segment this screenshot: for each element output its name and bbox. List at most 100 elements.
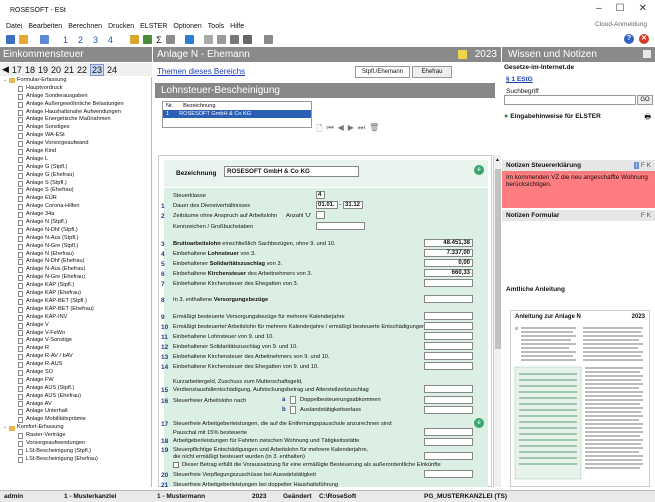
- tree-item[interactable]: Anlage R: [0, 345, 151, 353]
- kirchensteuer-input[interactable]: 660,33: [424, 269, 473, 277]
- tree-item[interactable]: Anlage KAP (Stpfl.): [0, 282, 151, 290]
- preview-icon[interactable]: [216, 35, 226, 44]
- year-18[interactable]: 18: [25, 65, 35, 75]
- instructions-document[interactable]: Anleitung zur Anlage N 2023: [510, 310, 650, 487]
- dauer-to-input[interactable]: 31.12: [343, 201, 363, 209]
- print-icon[interactable]: [203, 35, 213, 44]
- tree-item[interactable]: Anlage AV: [0, 401, 151, 409]
- form-icon[interactable]: [130, 35, 140, 44]
- row10-input[interactable]: [424, 322, 473, 330]
- info-icon[interactable]: i: [633, 162, 640, 169]
- kennzeichen-input[interactable]: [316, 222, 365, 230]
- tree-item[interactable]: Anlage FW: [0, 377, 151, 385]
- menu-tools[interactable]: Tools: [208, 23, 224, 30]
- close-button[interactable]: ✕: [639, 3, 647, 14]
- year-prev-icon[interactable]: ◀: [2, 64, 9, 75]
- row15-input[interactable]: [424, 385, 473, 393]
- year-21[interactable]: 21: [64, 65, 74, 75]
- tree-item[interactable]: Anlage N (Stpfl.): [0, 219, 151, 227]
- elster-icon[interactable]: [184, 35, 194, 44]
- tree-folder[interactable]: ⌄ Formular-Erfassung: [0, 77, 151, 85]
- note-icon[interactable]: [458, 50, 467, 59]
- toolbar-number-3[interactable]: 3: [93, 35, 98, 45]
- row9-input[interactable]: [424, 312, 473, 320]
- tree-item[interactable]: Anlage N-Aus (Ehefrau): [0, 266, 151, 274]
- info-circle-icon[interactable]: e: [474, 165, 484, 175]
- steuerklasse-input[interactable]: 4: [316, 191, 325, 199]
- form-italic-button[interactable]: K: [647, 212, 651, 219]
- toolbar-number-2[interactable]: 2: [78, 35, 83, 45]
- tree-item[interactable]: Anlage Mobilitätsprämie: [0, 416, 151, 424]
- tree-item[interactable]: Anlage V-Sonstige: [0, 337, 151, 345]
- tree-item[interactable]: Anlage N (Ehefrau): [0, 251, 151, 259]
- anzahl-u-input[interactable]: [316, 211, 325, 219]
- tree-item[interactable]: Anlage L: [0, 156, 151, 164]
- row19-input[interactable]: [424, 452, 473, 460]
- first-icon[interactable]: ⏮: [326, 123, 333, 137]
- tree-item[interactable]: Anlage G (Stpfl.): [0, 164, 151, 172]
- tab-ehefrau[interactable]: Ehefrau: [412, 66, 452, 78]
- bezeichnung-input[interactable]: ROSESOFT GmbH & Co KG: [224, 166, 359, 177]
- row16b-input[interactable]: [424, 406, 473, 414]
- estg-link[interactable]: § 1 EStG: [506, 76, 533, 83]
- row17-info-icon[interactable]: e: [474, 418, 484, 428]
- new-icon[interactable]: 🗋: [316, 123, 322, 137]
- menu-datei[interactable]: Datei: [6, 23, 22, 30]
- tree-item[interactable]: Anlage G (Ehefrau): [0, 172, 151, 180]
- row13-input[interactable]: [424, 352, 473, 360]
- tree-item[interactable]: Raster-Verträge: [0, 432, 151, 440]
- tree-folder[interactable]: ⌄ Komfort-Erfassung: [0, 424, 151, 432]
- maximize-button[interactable]: ☐: [616, 3, 625, 14]
- tree-item[interactable]: Anlage KAP-INV: [0, 314, 151, 322]
- tree-item[interactable]: Anlage S (Ehefrau): [0, 187, 151, 195]
- tree-item[interactable]: Anlage R-AUS: [0, 361, 151, 369]
- prev-icon[interactable]: ◀: [338, 123, 344, 137]
- tree-item[interactable]: Anlage KAP (Ehefrau): [0, 290, 151, 298]
- tree-item[interactable]: Anlage AUS (Ehefrau): [0, 393, 151, 401]
- exit-icon[interactable]: ✕: [639, 34, 649, 44]
- gesetze-link[interactable]: Gesetze-im-Internet.de: [504, 64, 574, 71]
- minimize-button[interactable]: –: [596, 3, 602, 14]
- tree-item[interactable]: Vorsorgeaufwendungen: [0, 440, 151, 448]
- menu-drucken[interactable]: Drucken: [108, 23, 134, 30]
- tree-item[interactable]: Anlage KAP-BET (Ehefrau): [0, 306, 151, 314]
- tree-item[interactable]: Anlage Außergewöhnliche Belastungen: [0, 101, 151, 109]
- tree-item[interactable]: Anlage V: [0, 322, 151, 330]
- tree-item[interactable]: Anlage Sonstiges: [0, 124, 151, 132]
- form-font-button[interactable]: F: [641, 212, 645, 219]
- versorgungsbezuege-input[interactable]: [424, 295, 473, 303]
- row17-input[interactable]: [424, 428, 473, 436]
- row18-input[interactable]: [424, 438, 473, 446]
- dauer-from-input[interactable]: 01.01.: [316, 201, 338, 209]
- print-settings-icon[interactable]: [229, 35, 239, 44]
- row11-input[interactable]: [424, 332, 473, 340]
- tree-item[interactable]: Hauptvordruck: [0, 85, 151, 93]
- scroll-thumb[interactable]: [495, 169, 501, 349]
- menu-bearbeiten[interactable]: Bearbeiten: [28, 23, 62, 30]
- tree-item[interactable]: Anlage Haushaltsnahe Aufwendungen: [0, 109, 151, 117]
- year-19[interactable]: 19: [38, 65, 48, 75]
- tree-item[interactable]: Anlage N-Dhf (Stpfl.): [0, 227, 151, 235]
- year-23-selected[interactable]: 23: [90, 63, 105, 76]
- year-22[interactable]: 22: [77, 65, 87, 75]
- menu-elster[interactable]: ELSTER: [140, 23, 167, 30]
- year-17[interactable]: 17: [12, 65, 22, 75]
- tree-item[interactable]: Anlage Vorsorgeaufwand: [0, 140, 151, 148]
- menu-optionen[interactable]: Optionen: [173, 23, 201, 30]
- tree-item[interactable]: Anlage WA-ESt: [0, 132, 151, 140]
- tree-item[interactable]: Anlage Kind: [0, 148, 151, 156]
- delete-icon[interactable]: 🗑: [369, 123, 379, 137]
- tree-item[interactable]: Anlage S (Stpfl.): [0, 180, 151, 188]
- tree-item[interactable]: Anlage Unterhalt: [0, 408, 151, 416]
- menu-hilfe[interactable]: Hilfe: [230, 23, 244, 30]
- tree-item[interactable]: Anlage SO: [0, 369, 151, 377]
- tree-item[interactable]: Anlage N-Gre (Stpfl.): [0, 243, 151, 251]
- search-input[interactable]: [504, 95, 636, 105]
- open-folder-icon[interactable]: [19, 35, 28, 44]
- italic-button[interactable]: K: [647, 162, 651, 169]
- row16a-input[interactable]: [424, 396, 473, 404]
- font-button[interactable]: F: [641, 162, 645, 169]
- kirchensteuer-ehegatte-input[interactable]: [424, 279, 473, 287]
- row19-checkbox[interactable]: [173, 462, 179, 468]
- mail-icon[interactable]: [242, 35, 252, 44]
